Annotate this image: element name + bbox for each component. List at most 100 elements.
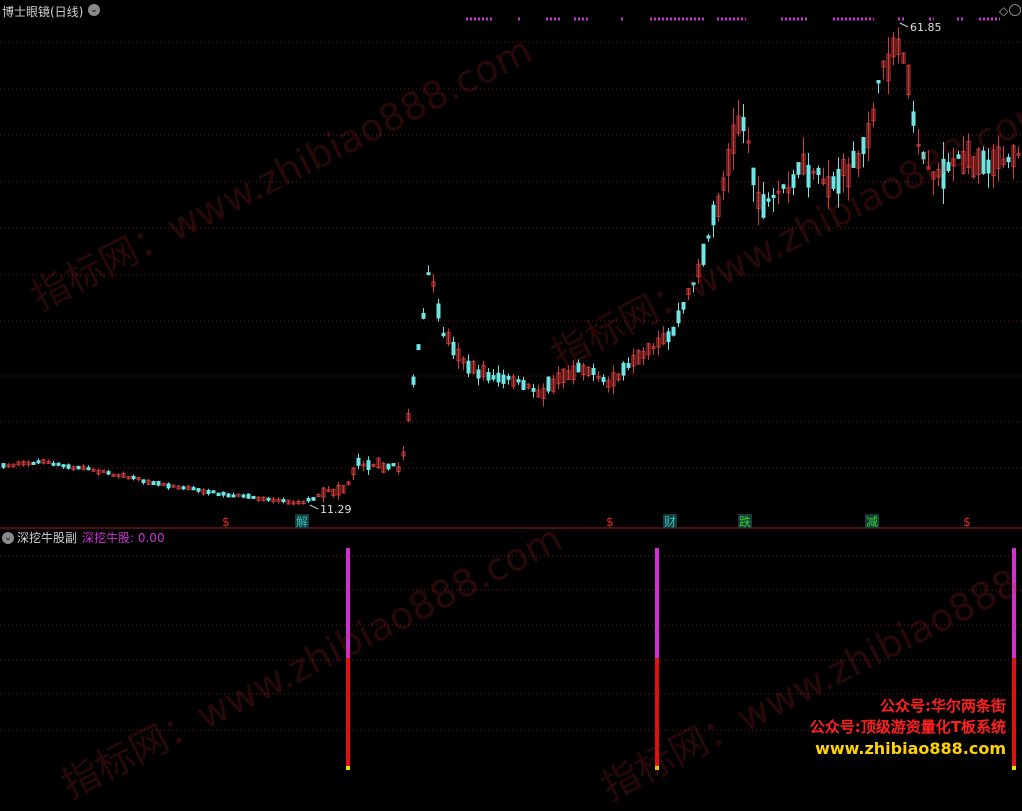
candle-body (806, 164, 811, 188)
candle-body (531, 388, 536, 392)
candle-body (861, 137, 866, 154)
indicator-bar-tip (1012, 766, 1016, 770)
candle-body (106, 471, 111, 475)
indicator-bar-bottom (346, 658, 350, 766)
candle-body (761, 194, 766, 218)
signal-marker: 解 (296, 515, 308, 529)
candle-body (426, 272, 431, 276)
candle-body (521, 380, 526, 390)
candle-body (206, 489, 211, 494)
candle-body (421, 312, 426, 319)
candle-body (501, 374, 506, 384)
candle-body (496, 372, 501, 383)
candle-body (771, 194, 776, 198)
candle-body (791, 174, 796, 188)
main-chart-title: 博士眼镜(日线) (2, 5, 84, 19)
price-pointer (309, 504, 319, 510)
candle-body (221, 491, 226, 496)
candle-body (246, 493, 251, 499)
candle-body (711, 204, 716, 226)
candle-body (356, 457, 361, 466)
candle-body (66, 464, 71, 469)
candle-body (36, 460, 41, 464)
indicator-value: 深挖牛股: 0.00 (82, 531, 165, 545)
candle-body (816, 167, 821, 176)
candle-body (76, 465, 81, 470)
candle-body (751, 167, 756, 186)
candle-body (366, 460, 371, 470)
signal-marker: 财 (664, 515, 676, 529)
candle-body (156, 481, 161, 486)
candle-body (451, 341, 456, 356)
candle-body (441, 332, 446, 337)
signal-marker: $ (963, 515, 971, 529)
candle-body (241, 494, 246, 498)
candle-body (436, 303, 441, 319)
candle-body (181, 486, 186, 490)
candle-body (311, 497, 316, 501)
signal-marker: $ (606, 515, 614, 529)
promo-text: 公众号:华尔两条街 公众号:顶级游资量化T板系统 www.zhibiao888.… (810, 696, 1006, 759)
price-pointer (899, 22, 909, 28)
circle-icon[interactable] (1009, 4, 1021, 16)
candle-body (466, 360, 471, 374)
candle-body (166, 483, 171, 489)
candle-body (911, 111, 916, 126)
indicator-bar-tip (346, 766, 350, 770)
candle-body (741, 116, 746, 132)
signal-marker: 减 (866, 515, 878, 529)
candle-body (56, 462, 61, 466)
candle-body (141, 479, 146, 484)
promo-line: 公众号:华尔两条街 (880, 697, 1006, 715)
candle-body (226, 493, 231, 498)
candle-body (211, 490, 216, 494)
candle-body (601, 377, 606, 383)
candle-body (151, 481, 156, 486)
candle-body (666, 331, 671, 343)
signal-marker: 跌 (739, 514, 751, 529)
candle-body (31, 461, 36, 465)
candle-body (516, 379, 521, 383)
candle-body (506, 375, 511, 380)
candle-body (781, 184, 786, 189)
candle-body (386, 463, 391, 470)
candle-body (621, 362, 626, 376)
candle-body (851, 150, 856, 168)
indicator-bar-top (655, 548, 659, 658)
candle-body (476, 369, 481, 379)
price-label: 61.85 (910, 21, 942, 34)
candle-body (411, 376, 416, 385)
candle-body (51, 462, 56, 466)
candle-body (61, 464, 66, 468)
candle-body (876, 80, 881, 84)
candle-body (546, 376, 551, 392)
candle-body (706, 235, 711, 239)
chevron-down-icon[interactable]: ⌄ (2, 532, 14, 544)
indicator-bar-bottom (1012, 658, 1016, 766)
candle-body (796, 162, 801, 175)
candle-body (626, 363, 631, 368)
promo-url: www.zhibiao888.com (815, 739, 1006, 758)
candle-body (416, 344, 421, 351)
candle-body (216, 492, 221, 497)
candle-body (491, 375, 496, 380)
candle-body (486, 372, 491, 381)
chart-window: 61.85 11.29 $ 解 $ 财跌减 $ 指标网：www.zhibiao888.com… (0, 0, 1022, 809)
candle-body (266, 497, 271, 501)
diamond-icon[interactable]: ◇ (999, 4, 1008, 18)
promo-line: 公众号:顶级游资量化T板系统 (809, 718, 1006, 736)
candle-body (191, 487, 196, 491)
candle-body (671, 326, 676, 336)
sub-chart-title: 深挖牛股副 (17, 531, 78, 545)
candle-body (391, 463, 396, 467)
chevron-down-icon[interactable]: ⌄ (88, 4, 100, 16)
candle-body (131, 475, 136, 480)
candle-body (591, 367, 596, 375)
candle-body (1006, 157, 1011, 163)
candle-body (281, 499, 286, 503)
candle-body (86, 467, 91, 471)
candle-body (231, 494, 236, 498)
price-label: 11.29 (320, 503, 352, 516)
candle-body (251, 495, 256, 499)
candle-body (1, 463, 6, 468)
